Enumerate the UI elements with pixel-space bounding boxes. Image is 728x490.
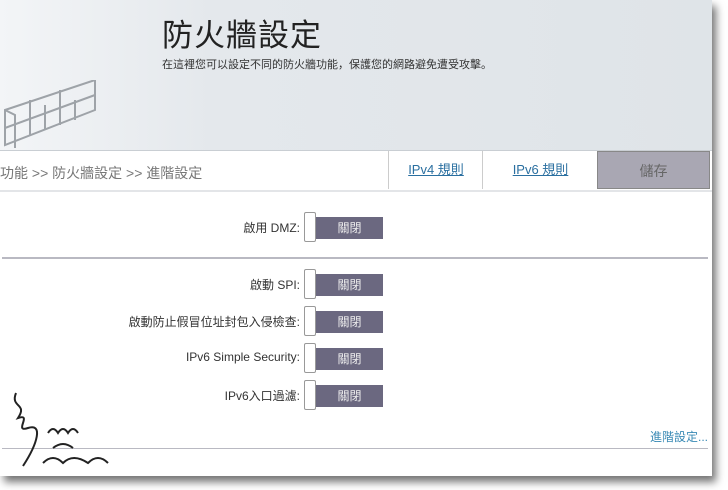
setting-label: IPv6 Simple Security: — [185, 350, 300, 364]
setting-ipv6-simple-security: IPv6 Simple Security: 關閉 — [0, 343, 712, 373]
divider — [2, 257, 708, 259]
dmz-toggle[interactable]: 關閉 — [316, 217, 383, 239]
anti-spoof-toggle[interactable]: 關閉 — [316, 311, 383, 333]
breadcrumb: 功能 >> 防火牆設定 >> 進階設定 — [0, 165, 203, 181]
watermark-signature — [13, 392, 109, 467]
header: 防火牆設定 在這裡您可以設定不同的防火牆功能，保護您的網路避免遭受攻擊。 — [0, 0, 712, 151]
spi-toggle[interactable]: 關閉 — [316, 274, 383, 296]
tab-ipv6-rules[interactable]: IPv6 規則 — [482, 151, 598, 189]
brick-wall-icon — [4, 80, 96, 148]
setting-dmz: 啟用 DMZ: 關閉 — [0, 212, 712, 242]
ipv6-simple-security-toggle[interactable]: 關閉 — [316, 348, 383, 370]
save-button[interactable]: 儲存 — [597, 151, 710, 189]
page-title: 防火牆設定 — [162, 18, 322, 53]
toggle-knob[interactable] — [304, 343, 316, 373]
setting-label: 啟用 DMZ: — [243, 221, 300, 235]
setting-label: 啟動防止假冒位址封包入侵檢查: — [128, 315, 300, 329]
setting-label: 啟動 SPI: — [249, 278, 300, 292]
page: 防火牆設定 在這裡您可以設定不同的防火牆功能，保護您的網路避免遭受攻擊。 功能 … — [0, 0, 712, 476]
toggle-knob[interactable] — [304, 306, 316, 336]
setting-spi: 啟動 SPI: 關閉 — [0, 269, 712, 299]
nav-bar: 功能 >> 防火牆設定 >> 進階設定 IPv4 規則 IPv6 規則 儲存 — [0, 151, 712, 192]
toggle-knob[interactable] — [304, 380, 316, 410]
toggle-knob[interactable] — [304, 212, 316, 242]
setting-anti-spoof: 啟動防止假冒位址封包入侵檢查: 關閉 — [0, 306, 712, 336]
tab-ipv4-rules[interactable]: IPv4 規則 — [388, 151, 483, 189]
page-subtitle: 在這裡您可以設定不同的防火牆功能，保護您的網路避免遭受攻擊。 — [162, 59, 492, 71]
toggle-knob[interactable] — [304, 269, 316, 299]
ipv6-ingress-filter-toggle[interactable]: 關閉 — [316, 385, 383, 407]
setting-label: IPv6入口過濾: — [224, 389, 300, 403]
advanced-settings-link[interactable]: 進階設定... — [650, 428, 708, 445]
